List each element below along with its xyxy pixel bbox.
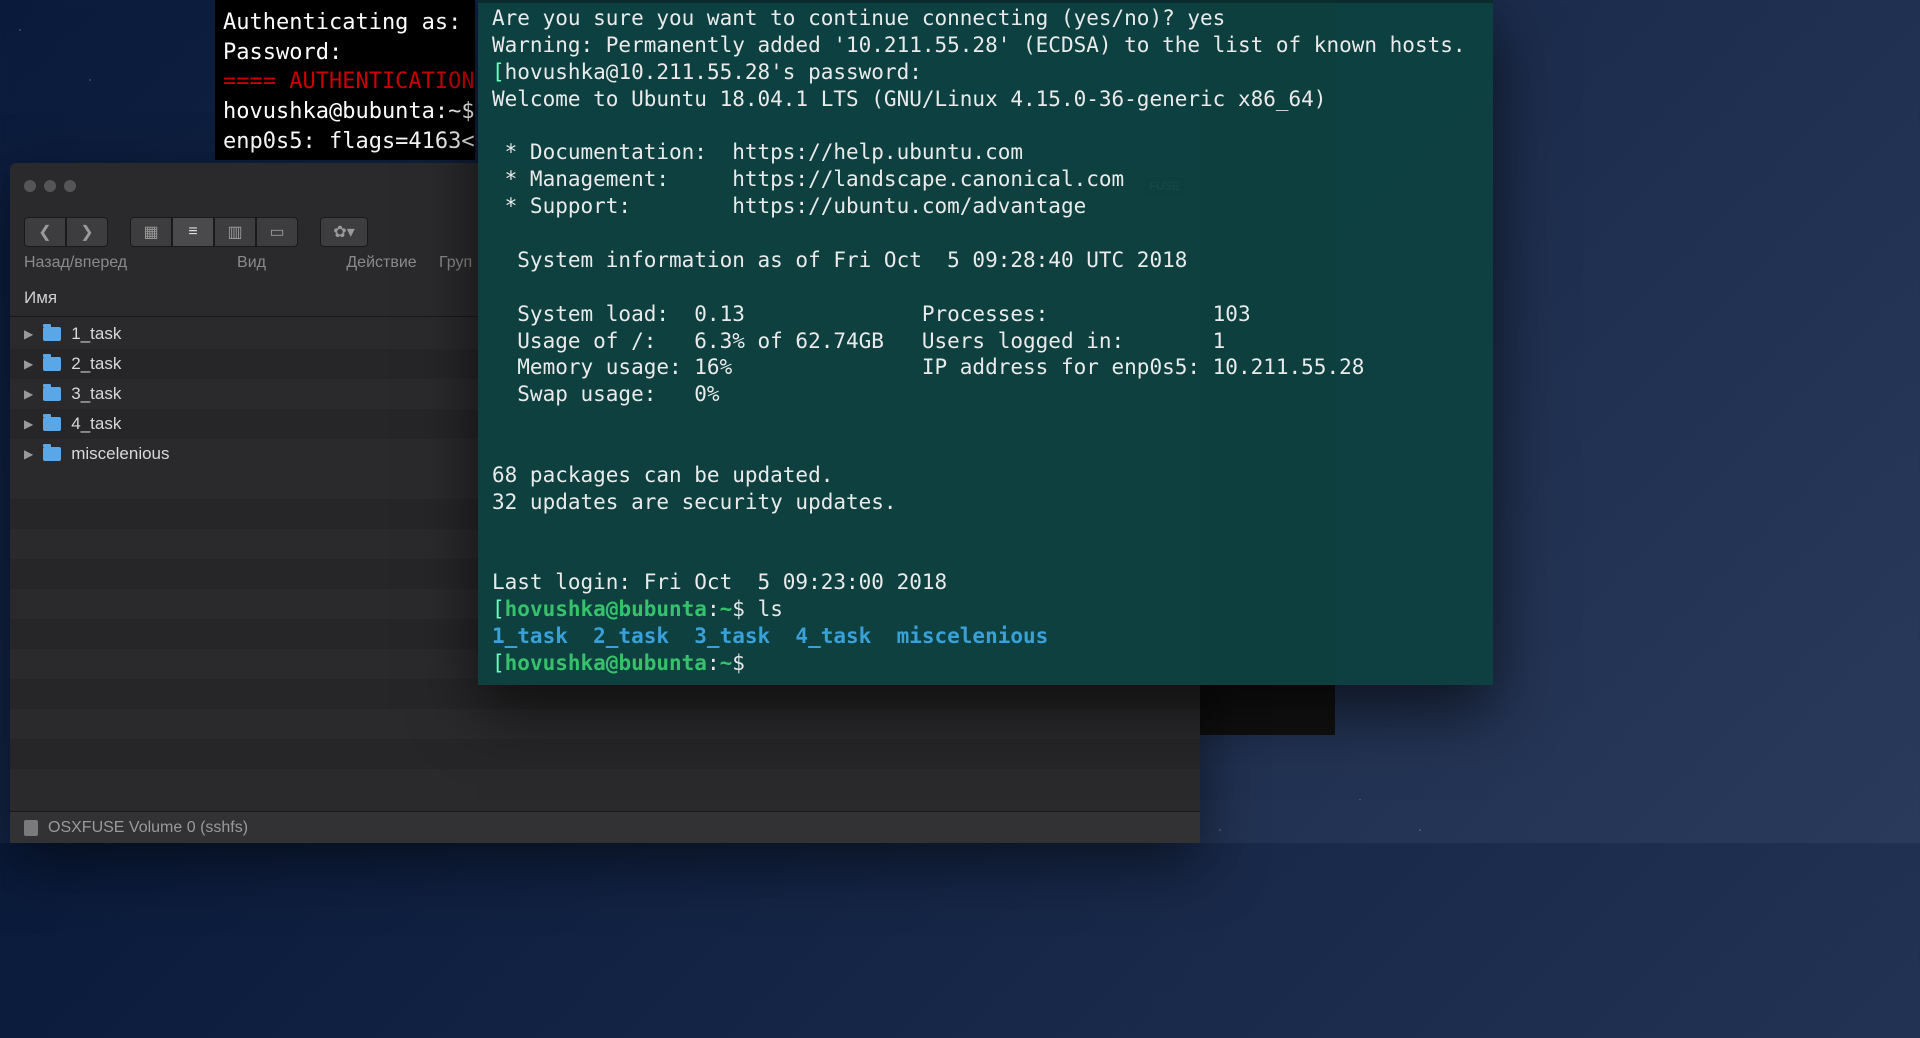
- term-line: 68 packages can be updated.: [492, 463, 833, 487]
- nav-group: ❮ ❯: [24, 217, 108, 247]
- term-line: Last login: Fri Oct 5 09:23:00 2018: [492, 570, 947, 594]
- term-bracket: [: [492, 60, 505, 84]
- view-group: ▦ ≡ ▥ ▭: [130, 217, 298, 247]
- close-icon[interactable]: [24, 180, 36, 192]
- term-line: * Support: https://ubuntu.com/advantage: [492, 194, 1086, 218]
- bg-line-auth: ==== AUTHENTICATION: [223, 69, 475, 94]
- background-terminal: Authenticating as: Password: ==== AUTHEN…: [215, 0, 475, 160]
- term-line: 32 updates are security updates.: [492, 490, 897, 514]
- bg-line: enp0s5: flags=4163<: [223, 129, 475, 154]
- ssh-terminal[interactable]: Are you sure you want to continue connec…: [478, 0, 1493, 685]
- view-columns-button[interactable]: ▥: [214, 217, 256, 247]
- chevron-right-icon[interactable]: ▶: [24, 447, 33, 461]
- volume-icon: [24, 820, 38, 836]
- prompt-user: hovushka@bubunta: [505, 651, 707, 675]
- file-name: 2_task: [71, 354, 121, 374]
- term-line: System load: 0.13 Processes: 103: [492, 302, 1251, 326]
- status-text: OSXFUSE Volume 0 (sshfs): [48, 819, 248, 837]
- prompt-path: ~: [720, 597, 733, 621]
- back-button[interactable]: ❮: [24, 217, 66, 247]
- folder-icon: [43, 357, 61, 371]
- prompt-cmd: ls: [758, 597, 783, 621]
- term-line: Warning: Permanently added '10.211.55.28…: [492, 33, 1466, 57]
- prompt-dollar: $: [732, 597, 757, 621]
- term-line: * Management: https://landscape.canonica…: [492, 167, 1124, 191]
- group-label: Груп: [439, 254, 472, 272]
- term-line: Welcome to Ubuntu 18.04.1 LTS (GNU/Linux…: [492, 87, 1326, 111]
- chevron-right-icon[interactable]: ▶: [24, 327, 33, 341]
- view-label: Вид: [179, 254, 324, 272]
- file-name: 1_task: [71, 324, 121, 344]
- action-label: Действие: [324, 254, 439, 272]
- view-gallery-button[interactable]: ▭: [256, 217, 298, 247]
- minimize-icon[interactable]: [44, 180, 56, 192]
- folder-icon: [43, 327, 61, 341]
- action-menu-button[interactable]: ✿▾: [320, 217, 368, 247]
- term-line: Swap usage: 0%: [492, 382, 720, 406]
- ls-output: 1_task 2_task 3_task 4_task miscelenious: [492, 624, 1048, 648]
- file-name: miscelenious: [71, 444, 169, 464]
- chevron-right-icon[interactable]: ▶: [24, 357, 33, 371]
- chevron-right-icon[interactable]: ▶: [24, 417, 33, 431]
- folder-icon: [43, 387, 61, 401]
- bg-line: hovushka@bubunta:~$: [223, 99, 475, 124]
- folder-icon: [43, 417, 61, 431]
- zoom-icon[interactable]: [64, 180, 76, 192]
- prompt-user: hovushka@bubunta: [505, 597, 707, 621]
- prompt-sep: :: [707, 597, 720, 621]
- term-line: * Documentation: https://help.ubuntu.com: [492, 140, 1023, 164]
- bg-line: Authenticating as:: [223, 10, 461, 35]
- term-bracket: [: [492, 651, 505, 675]
- bg-line: Password:: [223, 40, 342, 65]
- term-line: System information as of Fri Oct 5 09:28…: [492, 248, 1187, 272]
- term-bracket: [: [492, 597, 505, 621]
- view-list-button[interactable]: ≡: [172, 217, 214, 247]
- term-line: Are you sure you want to continue connec…: [492, 6, 1225, 30]
- term-line: Memory usage: 16% IP address for enp0s5:…: [492, 355, 1364, 379]
- term-line: hovushka@10.211.55.28's password:: [505, 60, 922, 84]
- term-line: Usage of /: 6.3% of 62.74GB Users logged…: [492, 329, 1225, 353]
- file-name: 3_task: [71, 384, 121, 404]
- forward-button[interactable]: ❯: [66, 217, 108, 247]
- file-name: 4_task: [71, 414, 121, 434]
- nav-label: Назад/вперед: [24, 254, 179, 272]
- folder-icon: [43, 447, 61, 461]
- prompt-dollar: $: [732, 651, 757, 675]
- prompt-sep: :: [707, 651, 720, 675]
- chevron-right-icon[interactable]: ▶: [24, 387, 33, 401]
- prompt-path: ~: [720, 651, 733, 675]
- finder-statusbar: OSXFUSE Volume 0 (sshfs): [10, 811, 1200, 843]
- view-icons-button[interactable]: ▦: [130, 217, 172, 247]
